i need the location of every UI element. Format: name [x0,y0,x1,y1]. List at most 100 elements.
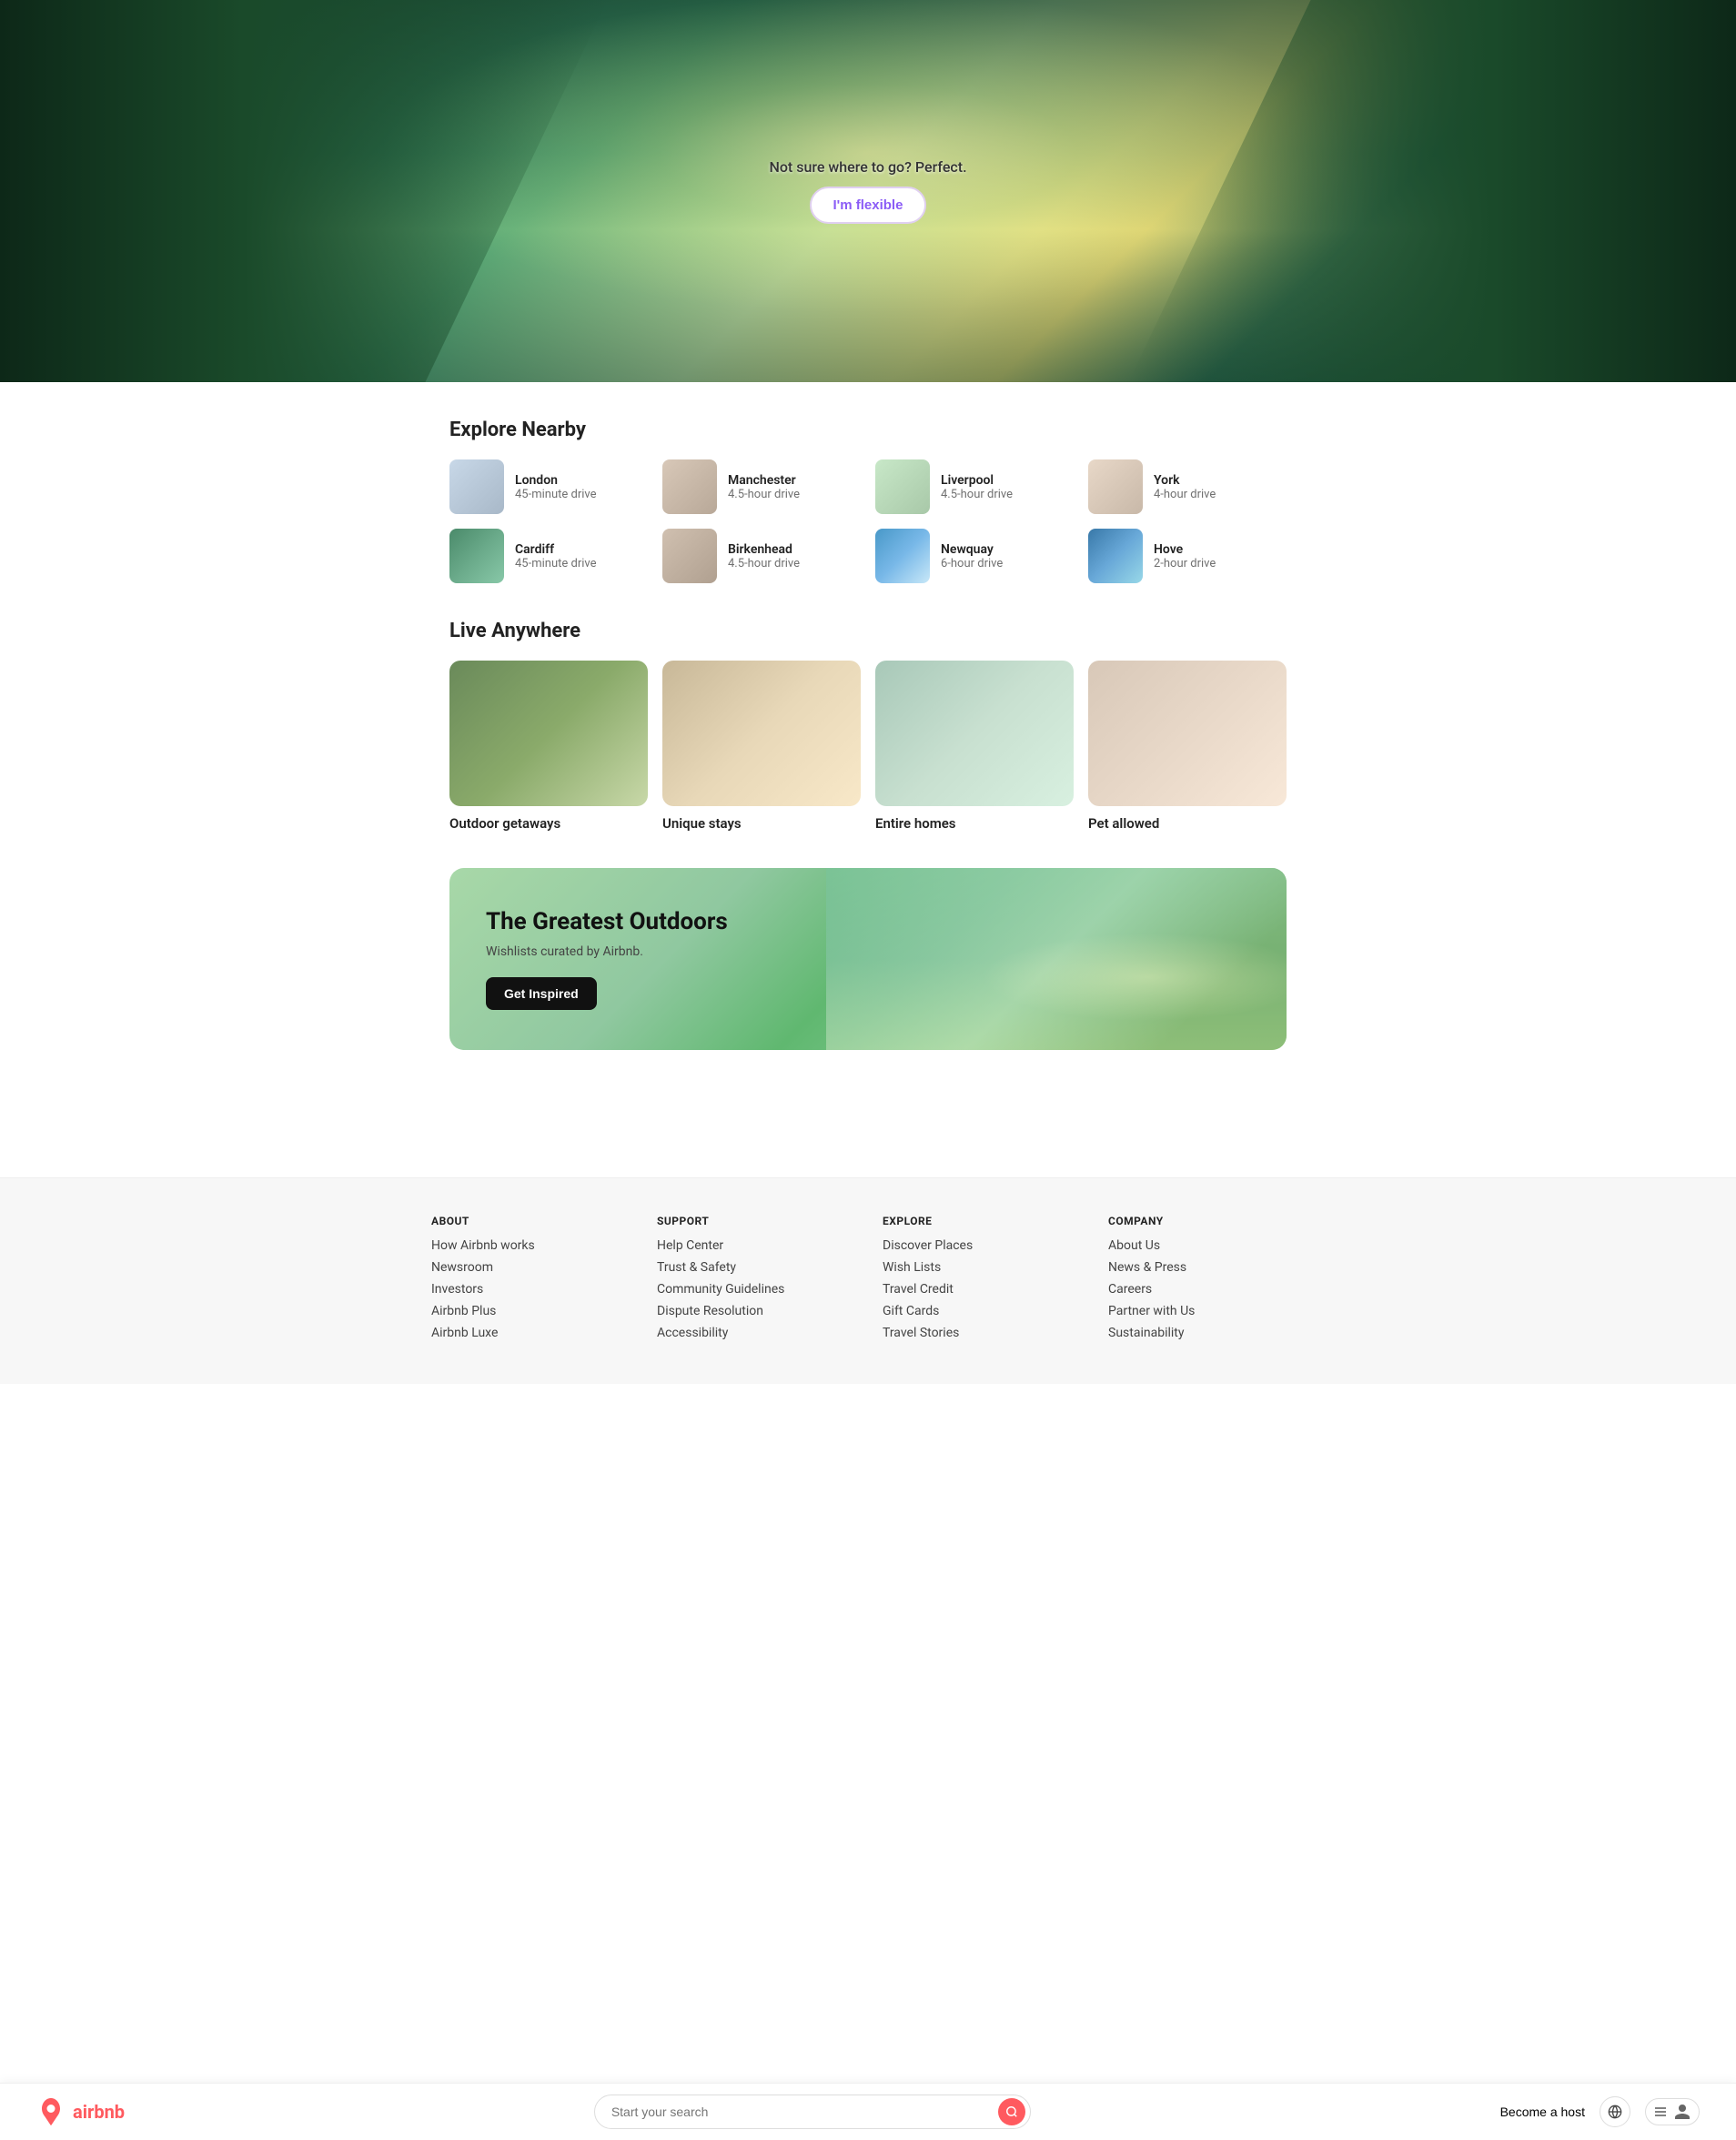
navbar-right: Become a host [1500,2096,1700,2127]
nearby-thumb-london [449,459,504,514]
airbnb-logo-icon [36,2097,66,2126]
promo-banner: The Greatest Outdoors Wishlists curated … [449,868,1287,1050]
footer-about-title: ABOUT [431,1215,628,1227]
nearby-item-cardiff[interactable]: Cardiff 45-minute drive [449,529,648,583]
nearby-time-london: 45-minute drive [515,488,597,501]
nearby-time-liverpool: 4.5-hour drive [941,488,1013,501]
footer-link-about-us[interactable]: About Us [1108,1238,1305,1253]
live-card-unique[interactable]: Unique stays [662,661,861,832]
footer-link-accessibility[interactable]: Accessibility [657,1326,853,1340]
airbnb-logo[interactable]: airbnb [36,2097,125,2126]
footer-link-news-press[interactable]: News & Press [1108,1260,1305,1275]
globe-icon [1608,2105,1622,2119]
nearby-time-newquay: 6-hour drive [941,557,1003,570]
nearby-item-liverpool[interactable]: Liverpool 4.5-hour drive [875,459,1074,514]
nearby-city-cardiff: Cardiff [515,542,597,557]
live-card-img-outdoor [449,661,648,806]
live-card-img-unique [662,661,861,806]
nearby-city-newquay: Newquay [941,542,1003,557]
airbnb-logo-text: airbnb [73,2101,125,2123]
footer-inner: ABOUT How Airbnb works Newsroom Investor… [431,1215,1305,1348]
footer-support-title: SUPPORT [657,1215,853,1227]
promo-illustration [826,868,1287,1050]
nearby-time-manchester: 4.5-hour drive [728,488,800,501]
nearby-item-york[interactable]: York 4-hour drive [1088,459,1287,514]
nearby-time-york: 4-hour drive [1154,488,1216,501]
footer-link-airbnb-luxe[interactable]: Airbnb Luxe [431,1326,628,1340]
nearby-thumb-york [1088,459,1143,514]
footer-link-sustainability[interactable]: Sustainability [1108,1326,1305,1340]
main-content: Explore Nearby London 45-minute drive Ma… [431,382,1305,1177]
nearby-city-london: London [515,473,597,488]
nearby-thumb-birkenhead [662,529,717,583]
flexible-button[interactable]: I'm flexible [810,187,927,224]
nearby-thumb-manchester [662,459,717,514]
footer: ABOUT How Airbnb works Newsroom Investor… [0,1177,1736,1384]
search-button[interactable] [998,2098,1025,2125]
promo-title: The Greatest Outdoors [486,908,790,936]
live-card-outdoor[interactable]: Outdoor getaways [449,661,648,832]
footer-link-how-airbnb-works[interactable]: How Airbnb works [431,1238,628,1253]
nearby-city-liverpool: Liverpool [941,473,1013,488]
footer-company-title: COMPANY [1108,1215,1305,1227]
live-card-label-pet: Pet allowed [1088,815,1287,832]
footer-link-partner-with-us[interactable]: Partner with Us [1108,1304,1305,1318]
user-icon [1673,2103,1691,2121]
promo-subtitle: Wishlists curated by Airbnb. [486,944,790,959]
navbar: airbnb Become a host [0,2083,1736,2140]
nearby-city-manchester: Manchester [728,473,800,488]
nearby-item-birkenhead[interactable]: Birkenhead 4.5-hour drive [662,529,861,583]
live-card-label-entire: Entire homes [875,815,1074,832]
nearby-thumb-newquay [875,529,930,583]
explore-nearby-title: Explore Nearby [449,419,1287,441]
footer-col-company: COMPANY About Us News & Press Careers Pa… [1108,1215,1305,1348]
nearby-item-london[interactable]: London 45-minute drive [449,459,648,514]
language-button[interactable] [1600,2096,1630,2127]
live-card-img-entire [875,661,1074,806]
hero-content: Not sure where to go? Perfect. I'm flexi… [769,158,966,224]
nearby-thumb-cardiff [449,529,504,583]
search-icon [1005,2105,1018,2118]
footer-link-trust-safety[interactable]: Trust & Safety [657,1260,853,1275]
footer-link-travel-stories[interactable]: Travel Stories [883,1326,1079,1340]
live-card-label-outdoor: Outdoor getaways [449,815,648,832]
search-bar [594,2095,1031,2129]
get-inspired-button[interactable]: Get Inspired [486,977,597,1010]
hero-section: Not sure where to go? Perfect. I'm flexi… [0,0,1736,382]
footer-link-community-guidelines[interactable]: Community Guidelines [657,1282,853,1297]
nearby-item-newquay[interactable]: Newquay 6-hour drive [875,529,1074,583]
footer-col-about: ABOUT How Airbnb works Newsroom Investor… [431,1215,628,1348]
footer-link-dispute-resolution[interactable]: Dispute Resolution [657,1304,853,1318]
footer-link-discover-places[interactable]: Discover Places [883,1238,1079,1253]
live-anywhere-grid: Outdoor getaways Unique stays Entire hom… [449,661,1287,832]
nearby-time-hove: 2-hour drive [1154,557,1216,570]
footer-link-gift-cards[interactable]: Gift Cards [883,1304,1079,1318]
nearby-city-hove: Hove [1154,542,1216,557]
footer-link-travel-credit[interactable]: Travel Credit [883,1282,1079,1297]
promo-text: The Greatest Outdoors Wishlists curated … [449,868,826,1050]
live-card-pet[interactable]: Pet allowed [1088,661,1287,832]
footer-col-explore: EXPLORE Discover Places Wish Lists Trave… [883,1215,1079,1348]
hero-tagline: Not sure where to go? Perfect. [769,158,966,176]
nearby-item-hove[interactable]: Hove 2-hour drive [1088,529,1287,583]
live-card-entire[interactable]: Entire homes [875,661,1074,832]
become-host-button[interactable]: Become a host [1500,2105,1585,2119]
nearby-city-york: York [1154,473,1216,488]
nearby-thumb-hove [1088,529,1143,583]
live-anywhere-title: Live Anywhere [449,620,1287,642]
user-menu[interactable] [1645,2098,1700,2125]
footer-link-wish-lists[interactable]: Wish Lists [883,1260,1079,1275]
footer-link-careers[interactable]: Careers [1108,1282,1305,1297]
footer-link-investors[interactable]: Investors [431,1282,628,1297]
footer-link-newsroom[interactable]: Newsroom [431,1260,628,1275]
search-input[interactable] [594,2095,1031,2129]
nearby-item-manchester[interactable]: Manchester 4.5-hour drive [662,459,861,514]
nearby-grid: London 45-minute drive Manchester 4.5-ho… [449,459,1287,583]
footer-link-help-center[interactable]: Help Center [657,1238,853,1253]
nearby-time-cardiff: 45-minute drive [515,557,597,570]
hamburger-icon [1653,2105,1668,2119]
footer-col-support: SUPPORT Help Center Trust & Safety Commu… [657,1215,853,1348]
footer-link-airbnb-plus[interactable]: Airbnb Plus [431,1304,628,1318]
live-card-label-unique: Unique stays [662,815,861,832]
nearby-time-birkenhead: 4.5-hour drive [728,557,800,570]
